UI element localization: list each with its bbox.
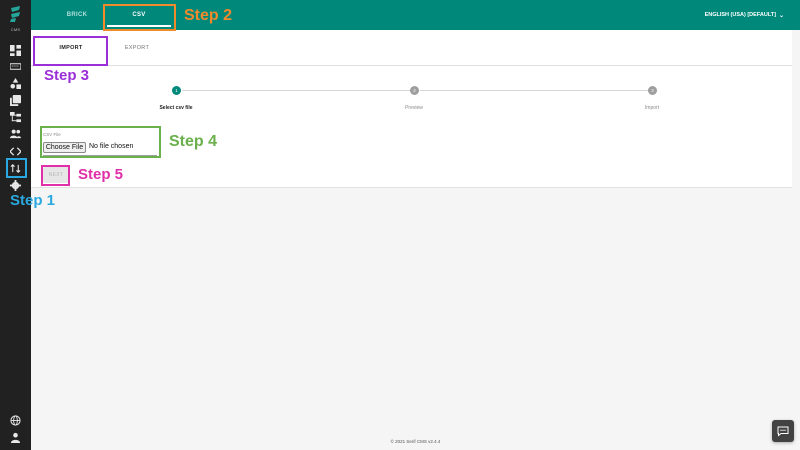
language-selector[interactable]: ENGLISH (USA) [DEFAULT] ⌄ — [705, 0, 784, 30]
app-label: CMS — [10, 27, 21, 32]
step-1-label: Select csv file — [159, 105, 193, 111]
step-1-indicator: 1 — [172, 86, 181, 95]
step-5-highlight — [41, 165, 70, 186]
step-4-highlight — [40, 126, 161, 158]
keyboard-icon[interactable] — [8, 59, 23, 73]
layers-icon[interactable] — [8, 93, 23, 107]
step-2-label: Preview — [405, 105, 423, 111]
step-2-annotation: Step 2 — [184, 7, 233, 24]
language-label: ENGLISH (USA) [DEFAULT] — [704, 12, 776, 18]
gear-icon[interactable] — [8, 178, 23, 192]
step-3-highlight — [33, 36, 108, 66]
stepper-connector — [182, 90, 411, 91]
dashboard-icon[interactable] — [8, 43, 23, 57]
step-1-annotation: Step 1 — [10, 192, 56, 209]
step-1-highlight — [6, 158, 27, 178]
step-2-highlight — [103, 4, 176, 31]
chat-icon — [777, 426, 789, 437]
stepper-connector — [420, 90, 649, 91]
account-icon[interactable] — [8, 430, 23, 444]
step-4-annotation: Step 4 — [169, 133, 218, 150]
left-sidebar: CMS — [0, 0, 31, 450]
tab-export[interactable]: EXPORT — [111, 30, 163, 66]
globe-icon[interactable] — [8, 413, 23, 427]
users-icon[interactable] — [8, 126, 23, 140]
import-stepper: 1 2 3 Select csv file Preview Import — [31, 86, 792, 116]
hierarchy-icon[interactable] — [8, 110, 23, 124]
chat-button[interactable] — [772, 420, 794, 442]
chevron-down-icon: ⌄ — [778, 12, 784, 19]
step-3-indicator: 3 — [648, 86, 657, 95]
step-5-annotation: Step 5 — [78, 166, 124, 183]
tab-brick[interactable]: BRICK — [55, 0, 99, 30]
app-logo-icon[interactable] — [9, 6, 21, 22]
shapes-icon[interactable] — [8, 76, 23, 90]
step-2-indicator: 2 — [410, 86, 419, 95]
csv-panel: IMPORT EXPORT 1 2 3 Select csv file Prev… — [31, 30, 792, 188]
code-icon[interactable] — [8, 144, 23, 158]
step-3-annotation: Step 3 — [44, 67, 90, 84]
footer-version: © 2021 Serif CMS v2.4.4 — [390, 439, 441, 444]
subtab-bar: IMPORT EXPORT — [31, 30, 792, 66]
step-3-label: Import — [644, 105, 660, 111]
